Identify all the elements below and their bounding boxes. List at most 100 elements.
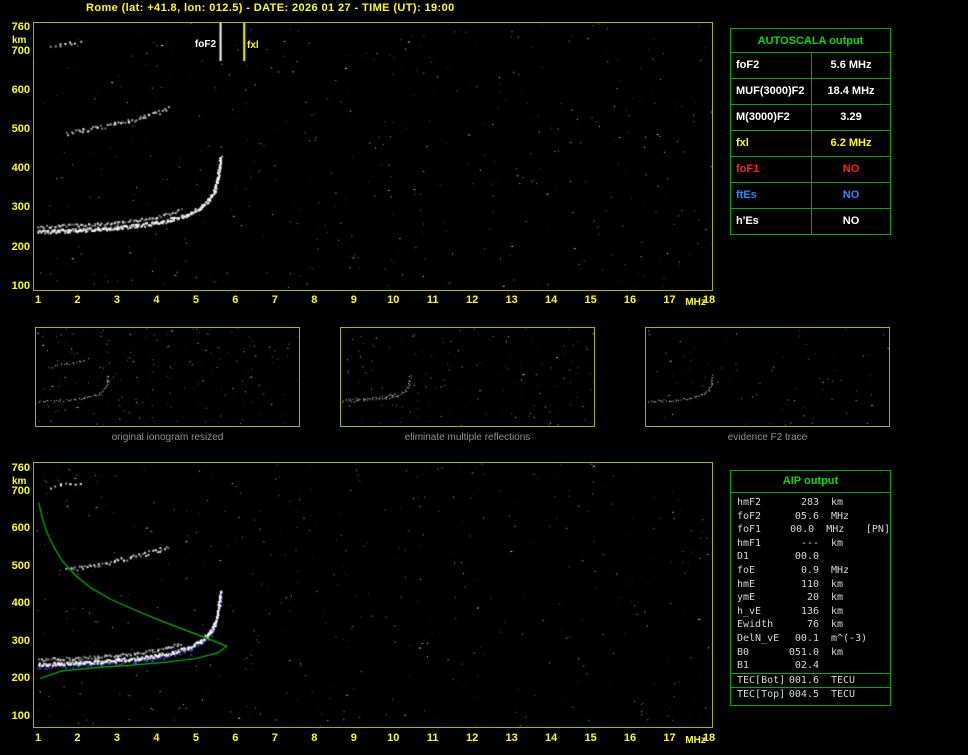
autoscala-row-label: ftEs [731, 183, 812, 208]
aip-row-unit: TECU [831, 689, 856, 701]
y-tick-label: 300 [11, 634, 30, 647]
aip-row: TEC[Top] 004.5 TECU [731, 687, 890, 702]
x-tick-label: 17 [663, 294, 676, 306]
aip-row-value: 283 [800, 497, 819, 508]
thumbnail-caption: eliminate multiple reflections [404, 432, 531, 443]
aip-row-extra [871, 510, 890, 524]
autoscala-row: foF1 NO [731, 157, 890, 183]
aip-output-table: AIP output hmF2 283 km foF2 05.6 MHz foF1 00.0 M… [730, 470, 891, 706]
aip-row-unit: km [831, 646, 844, 658]
autoscala-row-label: fxl [731, 131, 812, 156]
aip-row: ymE 20 km [731, 591, 890, 605]
aip-row-extra [871, 578, 890, 592]
x-tick-label: 9 [350, 294, 357, 306]
thumbnail-f2trace-canvas [646, 328, 889, 426]
aip-row-unit: TECU [831, 674, 856, 686]
aip-row: h_vE 136 km [731, 605, 890, 619]
aip-row-extra [871, 496, 890, 510]
x-tick-label: 1 [34, 294, 42, 306]
y-tick-label: 100 [11, 710, 30, 723]
aip-row-unit: m^(-3) [831, 632, 868, 644]
aip-row-extra [871, 550, 890, 564]
aip-row: TEC[Bot] 001.6 TECU [731, 672, 890, 688]
autoscala-row: MUF(3000)F2 18.4 MHz [731, 79, 890, 105]
aip-row-label: foF2 [737, 510, 762, 522]
y-axis-unit: km [12, 476, 27, 487]
aip-row: foF2 05.6 MHz [731, 510, 890, 524]
x-tick-label: 14 [544, 294, 558, 306]
aip-row-unit: MHz [831, 564, 850, 576]
autoscala-row-label: MUF(3000)F2 [731, 79, 812, 104]
aip-row-extra [871, 688, 890, 702]
autoscala-row-value: 3.29 [840, 111, 862, 123]
top-ionogram-plot: foF2 fxl [33, 22, 713, 291]
aip-table-title: AIP output [731, 471, 890, 493]
x-tick-label: 8 [311, 294, 318, 306]
aip-row: DelN_vE 00.1 m^(-3) [731, 632, 890, 646]
aip-row: hmF1 --- km [731, 537, 890, 551]
thumbnail-original-ionogram [35, 327, 300, 427]
aip-row-value: 136 [800, 605, 819, 617]
aip-row-value: --- [800, 537, 819, 549]
aip-row-unit [819, 659, 871, 673]
aip-row-label: B1 [737, 660, 750, 672]
autoscala-rows: foF2 5.6 MHz MUF(3000)F2 18.4 MHz M(3000)F2 3… [731, 53, 890, 234]
autoscala-row-label: M(3000)F2 [731, 105, 812, 130]
page-title: Rome (lat: +41.8, lon: 012.5) - DATE: 20… [86, 2, 455, 14]
aip-row-value: 051.0 [788, 646, 819, 658]
x-tick-label: 1 [34, 732, 42, 744]
autoscala-row-value: 5.6 MHz [830, 59, 872, 71]
aip-row: D1 00.0 [731, 550, 890, 564]
x-axis-unit: MHz [685, 297, 706, 308]
fof2-marker-label: foF2 [194, 39, 216, 50]
aip-row: hmF2 283 km [731, 496, 890, 510]
aip-row-value: 00.0 [790, 524, 815, 536]
x-tick-label: 3 [113, 294, 120, 306]
thumbnail-multiple-reflections-removed [340, 327, 595, 427]
x-tick-label: 5 [192, 732, 199, 744]
aip-row-label: h_vE [737, 605, 762, 617]
x-tick-label: 16 [623, 732, 637, 744]
aip-row-unit [819, 550, 871, 564]
autoscala-row: ftEs NO [731, 183, 890, 209]
aip-row-value: 00.0 [794, 551, 819, 563]
aip-row-value: 001.6 [788, 674, 819, 686]
aip-row-value: 0.9 [800, 564, 819, 576]
aip-row-unit: km [831, 537, 844, 549]
x-tick-label: 13 [505, 732, 518, 744]
y-tick-label: 600 [11, 83, 30, 96]
autoscala-row-label: h'Es [731, 209, 812, 234]
aip-row-value: 05.6 [794, 510, 819, 522]
autoscala-table-title: AUTOSCALA output [731, 29, 890, 53]
aip-row: Ewidth 76 km [731, 618, 890, 632]
autoscala-output-table: AUTOSCALA output foF2 5.6 MHz MUF(3000)F2 1… [730, 28, 891, 235]
aip-row: hmE 110 km [731, 578, 890, 592]
x-tick-label: 12 [466, 732, 479, 744]
autoscala-row: h'Es NO [731, 209, 890, 234]
aip-row-label: Ewidth [737, 619, 774, 631]
bottom-ionogram-plot [33, 462, 713, 728]
aip-row-label: foE [737, 564, 756, 576]
y-tick-label: 300 [11, 201, 30, 214]
y-tick-label: 200 [11, 240, 30, 253]
y-tick-label: 760 [11, 462, 30, 474]
x-tick-label: 14 [544, 732, 558, 744]
x-tick-label: 12 [466, 294, 479, 306]
aip-row-unit: MHz [831, 510, 850, 522]
y-tick-label: 500 [11, 559, 30, 572]
thumbnail-original-canvas [36, 328, 299, 426]
aip-row-label: hmE [737, 578, 756, 590]
x-tick-label: 15 [584, 732, 597, 744]
aip-row-label: TEC[Bot] [737, 674, 786, 686]
aip-row-unit: MHz [826, 524, 845, 536]
ionogram-app-window: { "title": "Rome (lat: +41.8, lon: 012.5… [0, 0, 968, 755]
aip-row-label: foF1 [737, 524, 762, 536]
x-tick-label: 7 [271, 732, 278, 744]
aip-row-value: 76 [806, 619, 819, 631]
thumbnail-caption: evidence F2 trace [727, 432, 808, 443]
x-tick-label: 16 [623, 294, 637, 306]
aip-row: B0 051.0 km [731, 646, 890, 660]
aip-row: foF1 00.0 MHz [PN] [731, 523, 890, 537]
aip-row-extra [871, 537, 890, 551]
aip-row-value: 02.4 [794, 660, 819, 672]
